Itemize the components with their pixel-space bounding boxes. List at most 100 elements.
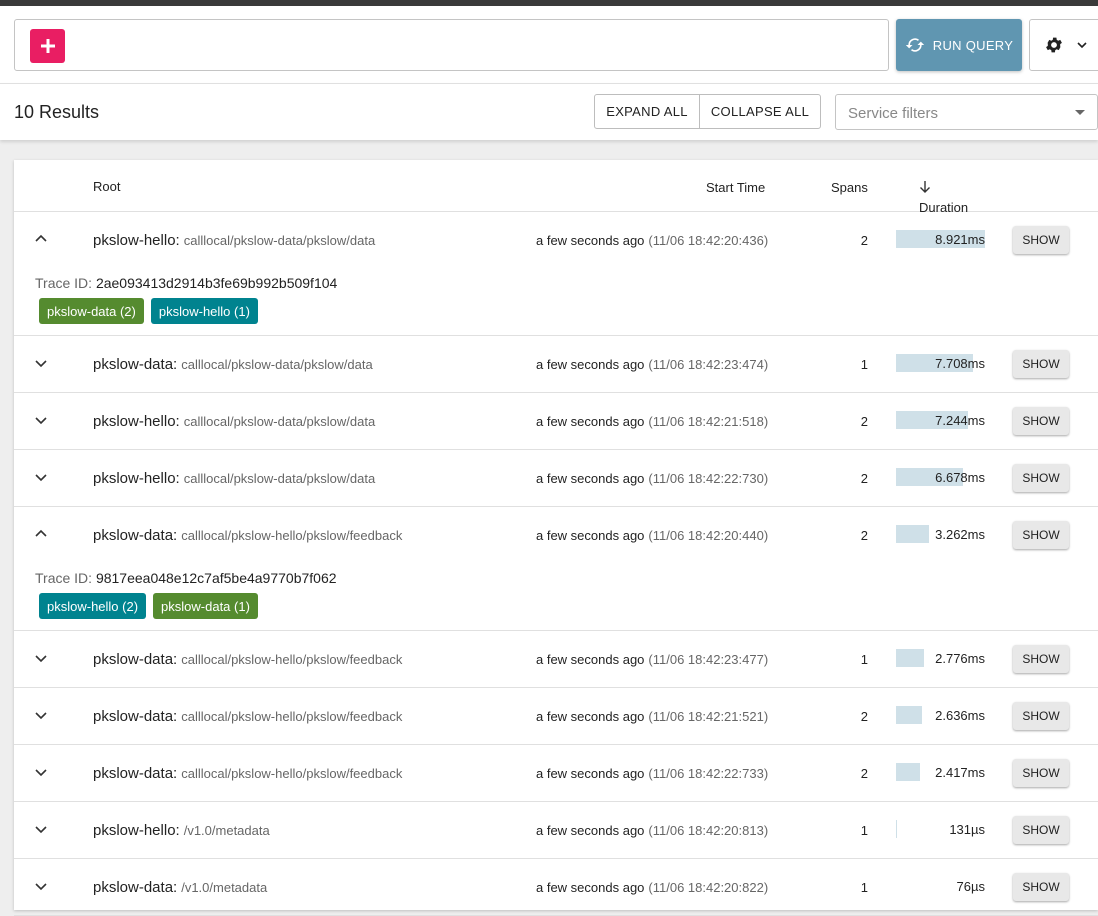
span-count: 1 xyxy=(860,880,868,895)
duration-value: 2.776ms xyxy=(935,651,985,666)
service-chip[interactable]: pkslow-data (2) xyxy=(39,298,144,324)
show-trace-button[interactable]: SHOW xyxy=(1013,873,1069,901)
row-summary[interactable]: pkslow-data: calllocal/pkslow-hello/pkslo… xyxy=(14,631,1098,687)
service-name: pkslow-data: xyxy=(93,356,178,373)
show-trace-button[interactable]: SHOW xyxy=(1013,645,1069,673)
root-service: pkslow-data: calllocal/pkslow-data/pkslow… xyxy=(93,356,373,373)
results-bar: 10 Results EXPAND ALL COLLAPSE ALL Servi… xyxy=(0,83,1098,140)
relative-time: a few seconds ago xyxy=(536,709,645,724)
operation-name: calllocal/pkslow-data/pkslow/data xyxy=(183,233,376,248)
dropdown-arrow-icon xyxy=(1075,110,1085,115)
table-row: pkslow-data: calllocal/pkslow-hello/pkslo… xyxy=(14,745,1098,802)
show-trace-button[interactable]: SHOW xyxy=(1013,759,1069,787)
chevron-down-icon[interactable] xyxy=(34,470,48,484)
start-time: a few seconds ago (11/06 18:42:23:474) xyxy=(536,357,768,372)
trace-id-value[interactable]: 9817eea048e12c7af5be4a9770b7f062 xyxy=(96,570,337,586)
duration-cell: 8.921ms xyxy=(896,230,985,248)
service-name: pkslow-hello: xyxy=(93,232,180,249)
show-trace-button[interactable]: SHOW xyxy=(1013,226,1069,254)
column-root[interactable]: Root xyxy=(93,179,120,194)
table-row: pkslow-data:/v1.0/metadata a few seconds… xyxy=(14,859,1098,916)
timestamp: (11/06 18:42:20:440) xyxy=(648,528,769,543)
relative-time: a few seconds ago xyxy=(536,652,645,667)
start-time: a few seconds ago (11/06 18:42:22:730) xyxy=(536,471,768,486)
duration-value: 131µs xyxy=(949,822,985,837)
duration-value: 8.921ms xyxy=(935,232,985,247)
service-name: pkslow-hello: xyxy=(93,470,180,487)
operation-name: calllocal/pkslow-data/pkslow/data xyxy=(181,357,373,372)
trace-id-value[interactable]: 2ae093413d2914b3fe69b992b509f104 xyxy=(96,275,337,291)
chevron-down-icon[interactable] xyxy=(34,651,48,665)
timestamp: (11/06 18:42:20:822) xyxy=(648,880,769,895)
duration-value: 6.678ms xyxy=(935,470,985,485)
relative-time: a few seconds ago xyxy=(536,233,645,248)
show-trace-button[interactable]: SHOW xyxy=(1013,350,1069,378)
root-service: pkslow-hello: calllocal/pkslow-data/pkslo… xyxy=(93,232,375,249)
timestamp: (11/06 18:42:20:436) xyxy=(648,233,769,248)
chevron-down-icon xyxy=(1077,42,1087,49)
start-time: a few seconds ago (11/06 18:42:20:440) xyxy=(536,528,768,543)
duration-bar xyxy=(896,820,897,838)
row-summary[interactable]: pkslow-hello: calllocal/pkslow-data/pkslo… xyxy=(14,212,1098,268)
timestamp: (11/06 18:42:23:474) xyxy=(648,357,769,372)
add-criteria-button[interactable] xyxy=(30,29,65,63)
service-chips: pkslow-hello (2) pkslow-data (1) xyxy=(39,593,258,619)
column-duration[interactable]: Duration xyxy=(919,180,968,215)
show-trace-button[interactable]: SHOW xyxy=(1013,464,1069,492)
show-trace-button[interactable]: SHOW xyxy=(1013,407,1069,435)
timestamp: (11/06 18:42:22:733) xyxy=(648,766,769,781)
operation-name: /v1.0/metadata xyxy=(181,880,268,895)
gear-icon xyxy=(1046,37,1062,53)
chevron-down-icon[interactable] xyxy=(34,879,48,893)
query-input[interactable] xyxy=(14,19,889,71)
table-row: pkslow-hello: calllocal/pkslow-data/pkslo… xyxy=(14,212,1098,336)
show-trace-button[interactable]: SHOW xyxy=(1013,521,1069,549)
collapse-all-button[interactable]: COLLAPSE ALL xyxy=(700,95,820,128)
chevron-down-icon[interactable] xyxy=(34,413,48,427)
show-trace-button[interactable]: SHOW xyxy=(1013,816,1069,844)
start-time: a few seconds ago (11/06 18:42:23:477) xyxy=(536,652,768,667)
duration-cell: 2.776ms xyxy=(896,649,985,667)
column-spans[interactable]: Spans xyxy=(831,180,868,195)
row-summary[interactable]: pkslow-data: calllocal/pkslow-hello/pkslo… xyxy=(14,745,1098,801)
refresh-icon xyxy=(905,38,924,52)
expand-all-button[interactable]: EXPAND ALL xyxy=(595,95,700,128)
service-filters-select[interactable]: Service filters xyxy=(835,94,1098,130)
root-service: pkslow-hello: calllocal/pkslow-data/pkslo… xyxy=(93,413,375,430)
duration-value: 3.262ms xyxy=(935,527,985,542)
row-summary[interactable]: pkslow-data: calllocal/pkslow-data/pkslow… xyxy=(14,336,1098,392)
show-trace-button[interactable]: SHOW xyxy=(1013,702,1069,730)
operation-name: calllocal/pkslow-hello/pkslow/feedback xyxy=(181,766,403,781)
service-chip[interactable]: pkslow-data (1) xyxy=(153,593,258,619)
duration-cell: 2.636ms xyxy=(896,706,985,724)
row-summary[interactable]: pkslow-data: calllocal/pkslow-hello/pkslo… xyxy=(14,507,1098,563)
duration-cell: 76µs xyxy=(896,877,985,895)
duration-cell: 7.244ms xyxy=(896,411,985,429)
chevron-up-icon[interactable] xyxy=(34,527,48,541)
service-name: pkslow-data: xyxy=(93,651,178,668)
run-query-button[interactable]: RUN QUERY xyxy=(896,19,1022,71)
root-service: pkslow-hello: calllocal/pkslow-data/pkslo… xyxy=(93,470,375,487)
chevron-down-icon[interactable] xyxy=(34,708,48,722)
row-summary[interactable]: pkslow-data: calllocal/pkslow-hello/pkslo… xyxy=(14,688,1098,744)
settings-button[interactable] xyxy=(1029,19,1098,71)
column-start-time[interactable]: Start Time xyxy=(706,180,765,195)
row-summary[interactable]: pkslow-data:/v1.0/metadata a few seconds… xyxy=(14,859,1098,915)
chevron-down-icon[interactable] xyxy=(34,356,48,370)
relative-time: a few seconds ago xyxy=(536,880,645,895)
service-name: pkslow-hello: xyxy=(93,413,180,430)
chevron-down-icon[interactable] xyxy=(34,765,48,779)
service-chip[interactable]: pkslow-hello (2) xyxy=(39,593,147,619)
duration-cell: 131µs xyxy=(896,820,985,838)
chevron-down-icon[interactable] xyxy=(34,822,48,836)
trace-id: Trace ID: 9817eea048e12c7af5be4a9770b7f0… xyxy=(35,570,337,586)
service-chip[interactable]: pkslow-hello (1) xyxy=(150,298,258,324)
span-count: 2 xyxy=(860,709,868,724)
trace-id: Trace ID: 2ae093413d2914b3fe69b992b509f1… xyxy=(35,275,337,291)
row-summary[interactable]: pkslow-hello:/v1.0/metadata a few second… xyxy=(14,802,1098,858)
query-bar: RUN QUERY xyxy=(0,6,1098,83)
timestamp: (11/06 18:42:21:521) xyxy=(648,709,769,724)
chevron-up-icon[interactable] xyxy=(34,232,48,246)
row-summary[interactable]: pkslow-hello: calllocal/pkslow-data/pkslo… xyxy=(14,393,1098,449)
row-summary[interactable]: pkslow-hello: calllocal/pkslow-data/pkslo… xyxy=(14,450,1098,506)
